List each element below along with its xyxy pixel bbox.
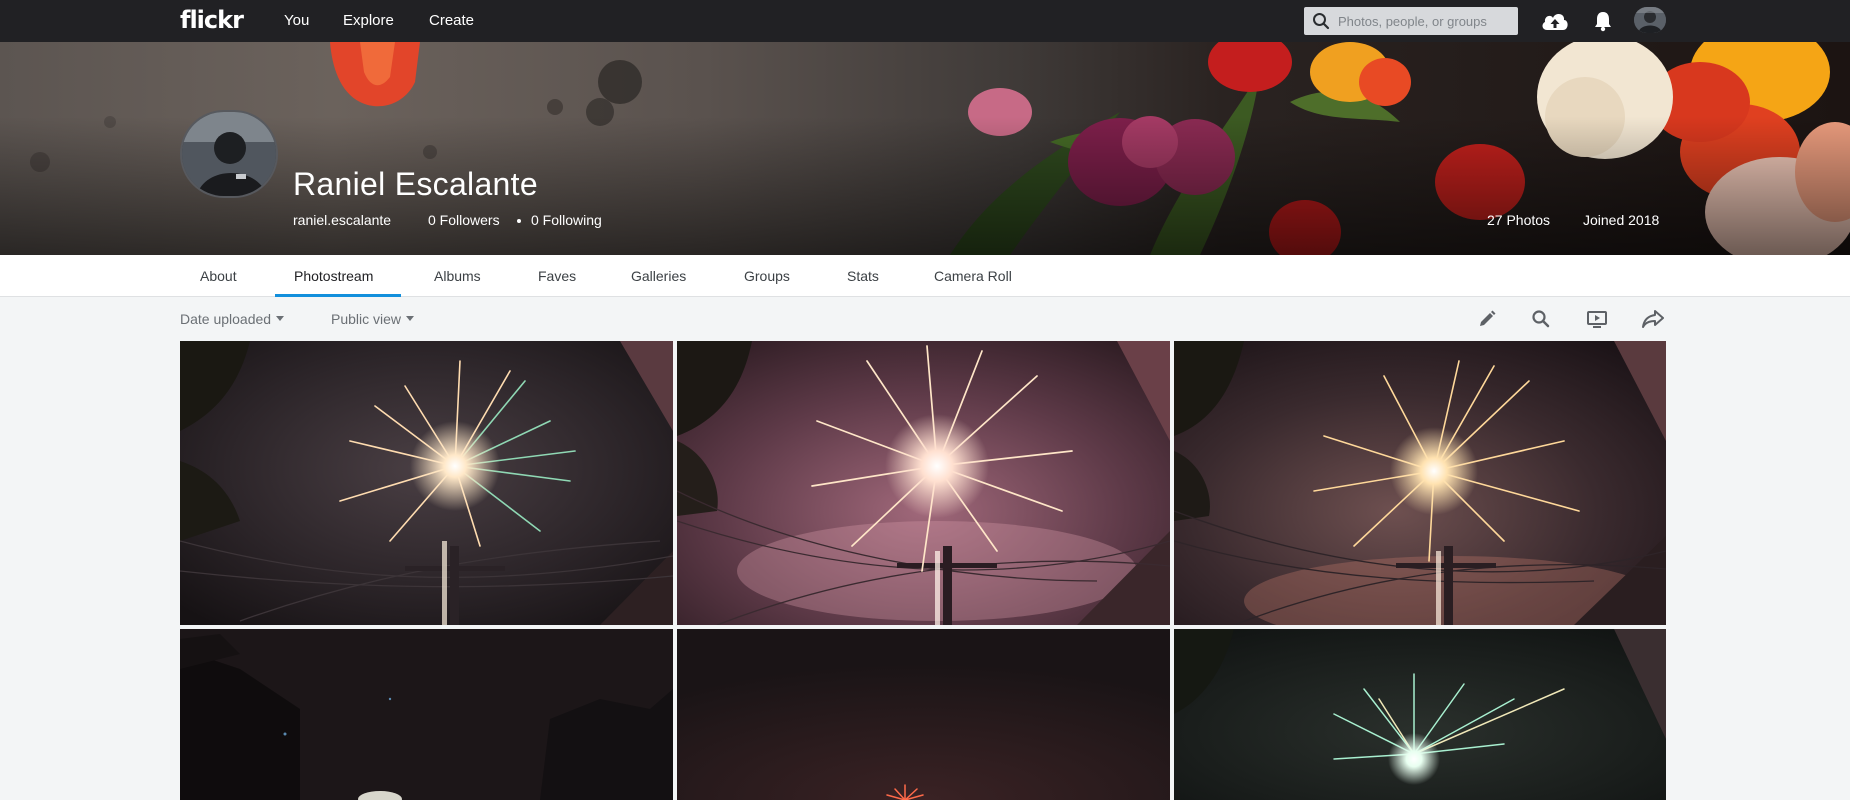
joined-date: Joined 2018	[1583, 212, 1660, 228]
nav-create[interactable]: Create	[429, 12, 474, 29]
nav-you[interactable]: You	[284, 12, 309, 29]
nav-explore[interactable]: Explore	[343, 12, 394, 29]
share-icon[interactable]	[1640, 306, 1666, 332]
sort-dropdown-label: Date uploaded	[180, 311, 272, 327]
tab-groups[interactable]: Groups	[744, 268, 790, 284]
chevron-down-icon	[276, 316, 285, 321]
photo-tile-4[interactable]	[180, 629, 673, 800]
search-photos-icon[interactable]	[1528, 306, 1554, 332]
followers-count[interactable]: 0 Followers	[428, 212, 500, 228]
tab-camera-roll[interactable]: Camera Roll	[934, 268, 1012, 284]
photo-tile-5[interactable]	[677, 629, 1170, 800]
active-tab-indicator	[275, 294, 401, 297]
tab-albums[interactable]: Albums	[434, 268, 481, 284]
tab-faves[interactable]: Faves	[538, 268, 576, 284]
profile-avatar[interactable]	[180, 110, 278, 198]
tab-about[interactable]: About	[200, 268, 237, 284]
search-input[interactable]	[1338, 11, 1512, 31]
photo-tile-3[interactable]	[1174, 341, 1666, 625]
view-dropdown[interactable]: Public view	[331, 311, 415, 327]
profile-tabs: About Photostream Albums Faves Galleries…	[0, 255, 1850, 297]
bell-icon[interactable]	[1588, 7, 1618, 35]
upload-icon[interactable]	[1540, 7, 1570, 35]
slideshow-icon[interactable]	[1584, 306, 1610, 332]
edit-icon[interactable]	[1474, 306, 1500, 332]
photo-tile-6[interactable]	[1174, 629, 1666, 800]
chevron-down-icon	[406, 316, 415, 321]
tab-photostream[interactable]: Photostream	[294, 268, 373, 284]
view-dropdown-label: Public view	[331, 311, 402, 327]
photo-tile-2[interactable]	[677, 341, 1170, 625]
search-box[interactable]	[1304, 7, 1518, 35]
top-navigation-bar: flickr You Explore Create	[0, 0, 1850, 42]
profile-name: Raniel Escalante	[293, 166, 538, 202]
photo-count: 27 Photos	[1487, 212, 1551, 228]
avatar[interactable]	[1634, 7, 1666, 33]
tab-galleries[interactable]: Galleries	[631, 268, 686, 284]
following-count[interactable]: 0 Following	[531, 212, 602, 228]
tab-stats[interactable]: Stats	[847, 268, 879, 284]
search-icon	[1312, 12, 1330, 30]
profile-username[interactable]: raniel.escalante	[293, 212, 391, 228]
separator-dot	[517, 219, 521, 223]
flickr-logo[interactable]: flickr	[180, 6, 244, 34]
sort-dropdown[interactable]: Date uploaded	[180, 311, 285, 327]
photo-tile-1[interactable]	[180, 341, 673, 625]
